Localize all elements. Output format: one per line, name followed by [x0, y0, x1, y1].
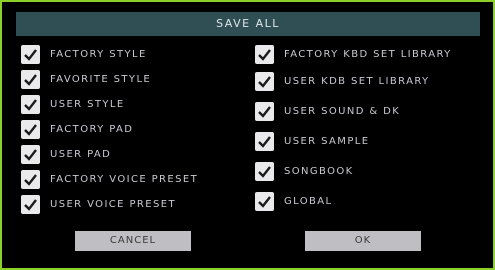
check-icon	[24, 49, 37, 61]
option-label-factory-voice-preset: FACTORY VOICE PRESET	[50, 174, 199, 185]
dialog-title: SAVE ALL	[16, 12, 480, 36]
check-icon	[258, 136, 271, 148]
check-icon	[24, 174, 37, 186]
checkbox-factory-pad[interactable]	[21, 120, 40, 139]
option-label-user-style: USER STYLE	[50, 99, 125, 110]
option-label-user-kdb-set-library: USER KDB SET LIBRARY	[284, 76, 430, 87]
check-icon	[24, 99, 37, 111]
checkbox-user-style[interactable]	[21, 95, 40, 114]
option-label-factory-style: FACTORY STYLE	[50, 49, 147, 60]
check-icon	[258, 166, 271, 178]
check-icon	[258, 196, 271, 208]
option-label-factory-pad: FACTORY PAD	[50, 124, 134, 135]
check-icon	[24, 199, 37, 211]
check-icon	[258, 49, 271, 61]
option-label-user-sound-dk: USER SOUND & DK	[284, 106, 401, 117]
save-all-dialog: SAVE ALL FACTORY STYLE FAVORITE STYLE US…	[0, 0, 495, 270]
option-label-favorite-style: FAVORITE STYLE	[50, 74, 152, 85]
check-icon	[24, 124, 37, 136]
checkbox-songbook[interactable]	[255, 162, 274, 181]
option-label-songbook: SONGBOOK	[284, 166, 354, 177]
checkbox-user-pad[interactable]	[21, 145, 40, 164]
checkbox-user-sound-dk[interactable]	[255, 102, 274, 121]
checkbox-favorite-style[interactable]	[21, 70, 40, 89]
check-icon	[258, 76, 271, 88]
checkbox-user-kdb-set-library[interactable]	[255, 72, 274, 91]
option-label-factory-kbd-set-library: FACTORY KBD SET LIBRARY	[284, 49, 452, 60]
option-label-user-sample: USER SAMPLE	[284, 136, 370, 147]
checkbox-factory-voice-preset[interactable]	[21, 170, 40, 189]
checkbox-factory-kbd-set-library[interactable]	[255, 45, 274, 64]
check-icon	[24, 74, 37, 86]
check-icon	[258, 106, 271, 118]
option-label-user-voice-preset: USER VOICE PRESET	[50, 199, 176, 210]
ok-button[interactable]: OK	[305, 231, 421, 251]
option-label-user-pad: USER PAD	[50, 149, 112, 160]
checkbox-user-voice-preset[interactable]	[21, 195, 40, 214]
checkbox-user-sample[interactable]	[255, 132, 274, 151]
option-label-global: GLOBAL	[284, 196, 333, 207]
check-icon	[24, 149, 37, 161]
cancel-button[interactable]: CANCEL	[75, 231, 191, 251]
checkbox-global[interactable]	[255, 192, 274, 211]
checkbox-factory-style[interactable]	[21, 45, 40, 64]
